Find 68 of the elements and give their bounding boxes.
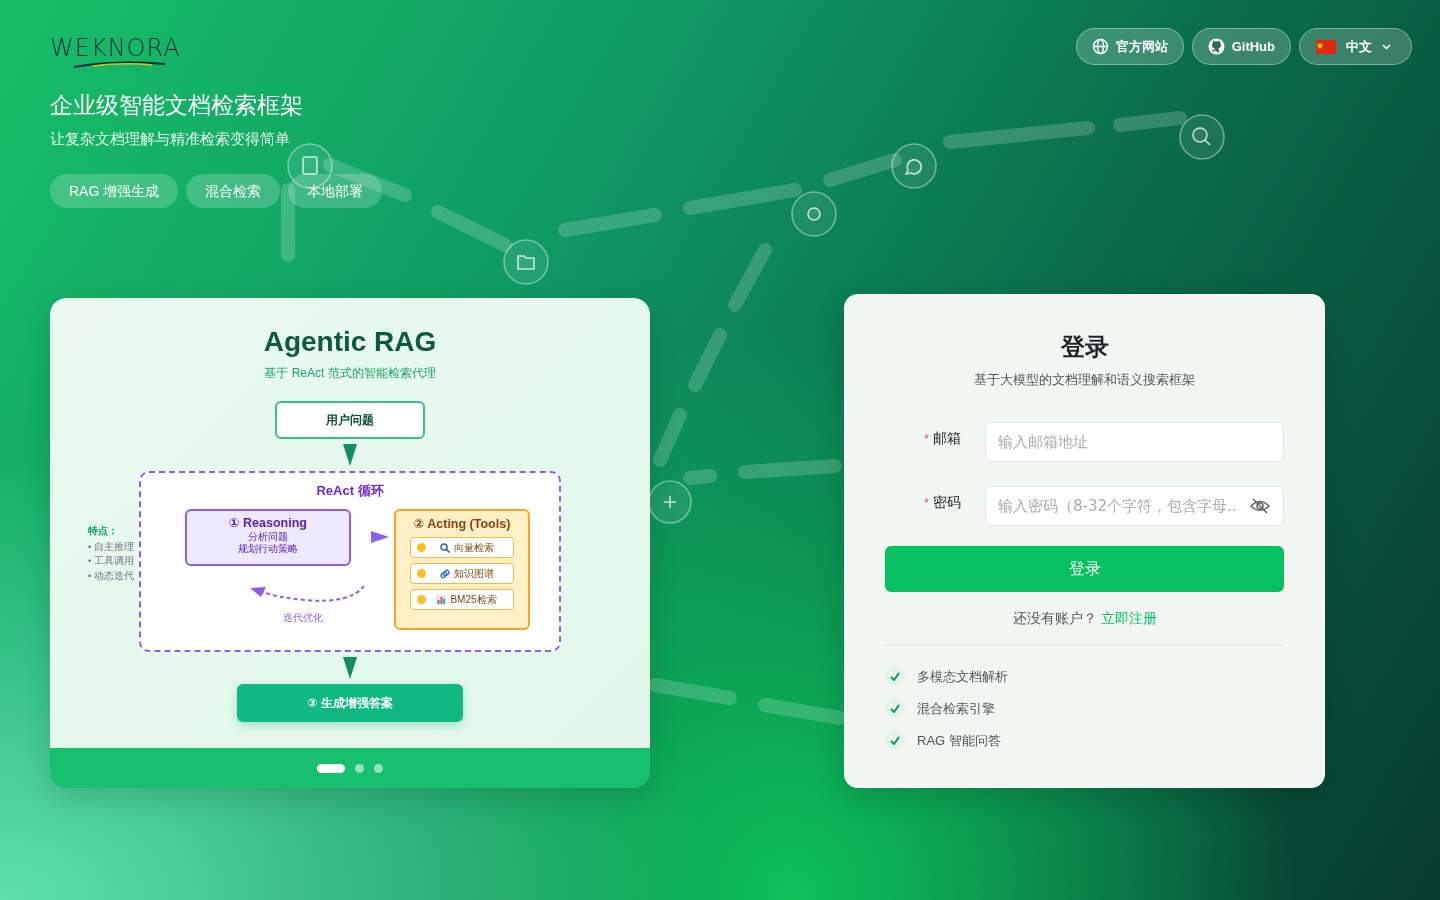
acting-title: ② Acting (Tools) [412,515,512,533]
reasoning-title: ① Reasoning [228,515,308,531]
folder-node-icon [503,239,549,285]
login-button[interactable]: 登录 [885,546,1284,593]
chat-node-icon [891,143,937,189]
chevron-down-icon [1382,43,1391,50]
logo-text: WEKNORA [50,36,181,60]
arrow-down-icon [343,657,357,680]
check-icon [885,730,905,751]
user-question-box: 用户问题 [275,401,425,440]
swoosh-icon [72,60,167,68]
signup-link[interactable]: 立即注册 [1100,608,1157,630]
globe-icon [1091,38,1109,55]
login-feature: RAG 智能问答 [917,731,1001,750]
feature-item: • 自主推理 [88,540,133,555]
link-icon [439,568,450,579]
feature-tag: 混合检索 [186,174,281,209]
arrow-down-icon [343,444,357,467]
tool-label: 知识图谱 [453,567,494,582]
tool-label: BM25检索 [450,593,497,608]
feature-tag: 本地部署 [288,174,383,209]
check-icon [885,698,905,719]
sparkle-node-icon [648,480,692,524]
arrow-right-icon [371,530,389,543]
signup-prompt: 还没有账户？ [1012,609,1097,629]
dot-icon [417,595,426,605]
field-label: 邮箱 [933,430,961,447]
search-icon [439,542,450,553]
reasoning-line: 分析问题 [247,530,289,543]
header-button[interactable]: 官方网站 [1075,28,1184,65]
dashed-connector-line [688,328,727,392]
hero-subtitle: 让复杂文档理解与精准检索变得简单 [50,128,290,149]
dashed-connector-line [653,408,687,467]
header-button[interactable]: GitHub [1191,28,1291,65]
loop-title: ReAct 循环 [315,482,385,501]
reasoning-line: 规划行动策略 [237,542,299,555]
login-title: 登录 [1059,333,1110,362]
tool-label: 向量检索 [453,541,494,556]
dot-icon [417,569,426,579]
email-field[interactable]: 输入邮箱地址 [985,422,1284,463]
check-icon [885,666,905,687]
features-title: 特点： [88,524,119,539]
feature-item: • 工具调用 [88,554,133,569]
required-mark: * [924,432,929,447]
hero-title: 企业级智能文档检索框架 [50,92,304,120]
dashed-connector-line [683,469,717,485]
dot-icon [417,543,426,553]
header-button[interactable]: 中文 [1299,28,1412,65]
login-subtitle: 基于大模型的文档理解和语义搜索框架 [973,370,1196,389]
generate-answer-button[interactable]: ③ 生成增强答案 [237,684,463,723]
login-feature: 多模态文档解析 [917,667,1008,686]
carousel-dot[interactable] [355,763,364,773]
login-feature: 混合检索引擎 [917,699,995,718]
slide-title: Agentic RAG [263,328,437,357]
carousel-dot[interactable] [374,763,383,773]
github-icon [1207,38,1225,55]
eye-off-icon[interactable] [1250,497,1270,516]
network-node-icon [791,191,837,237]
field-label: 密码 [933,494,961,511]
dashed-connector-line [728,243,772,312]
slide-subtitle: 基于 ReAct 范式的智能检索代理 [264,365,436,383]
bar-chart-icon [436,594,447,605]
feature-tag: RAG 增强生成 [50,174,179,209]
feature-item: • 动态迭代 [88,568,133,583]
search-node-icon [1179,114,1225,160]
required-mark: * [924,496,929,511]
loop-label: 迭代优化 [283,610,323,625]
flag-icon [1316,39,1336,54]
